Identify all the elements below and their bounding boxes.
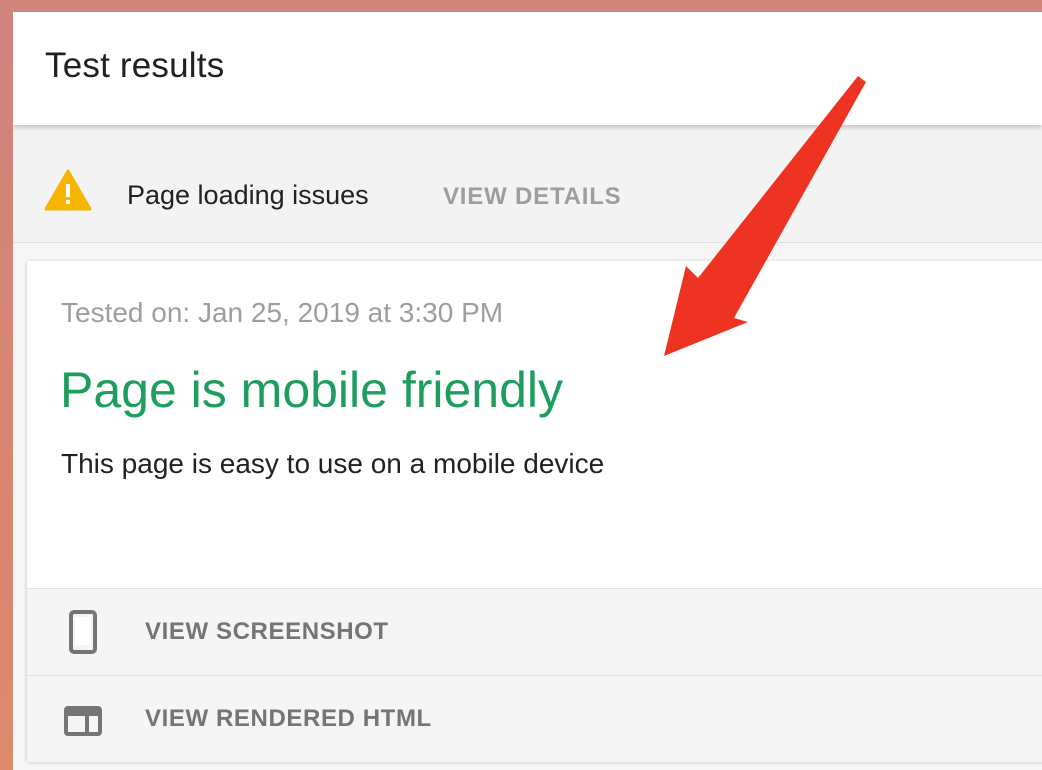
result-title: Page is mobile friendly [60, 362, 564, 418]
tested-on-timestamp: Tested on: Jan 25, 2019 at 3:30 PM [61, 297, 504, 328]
page-loading-issues-bar: Page loading issues VIEW DETAILS [13, 125, 1042, 243]
view-rendered-html-button[interactable]: VIEW RENDERED HTML [27, 675, 1042, 762]
result-card: Tested on: Jan 25, 2019 at 3:30 PM Page … [27, 261, 1042, 762]
phone-icon [69, 610, 97, 654]
view-rendered-html-label: VIEW RENDERED HTML [145, 705, 432, 732]
view-screenshot-button[interactable]: VIEW SCREENSHOT [27, 588, 1042, 675]
issues-text: Page loading issues [127, 180, 369, 210]
warning-icon [44, 169, 92, 211]
result-description: This page is easy to use on a mobile dev… [61, 448, 605, 479]
header-bar: Test results [13, 12, 1042, 125]
test-results-panel: Test results Page loading issues VIEW DE… [13, 12, 1042, 770]
code-window-icon [64, 706, 102, 736]
view-screenshot-label: VIEW SCREENSHOT [145, 618, 389, 645]
page-title: Test results [45, 46, 225, 85]
view-details-button[interactable]: VIEW DETAILS [443, 183, 622, 211]
